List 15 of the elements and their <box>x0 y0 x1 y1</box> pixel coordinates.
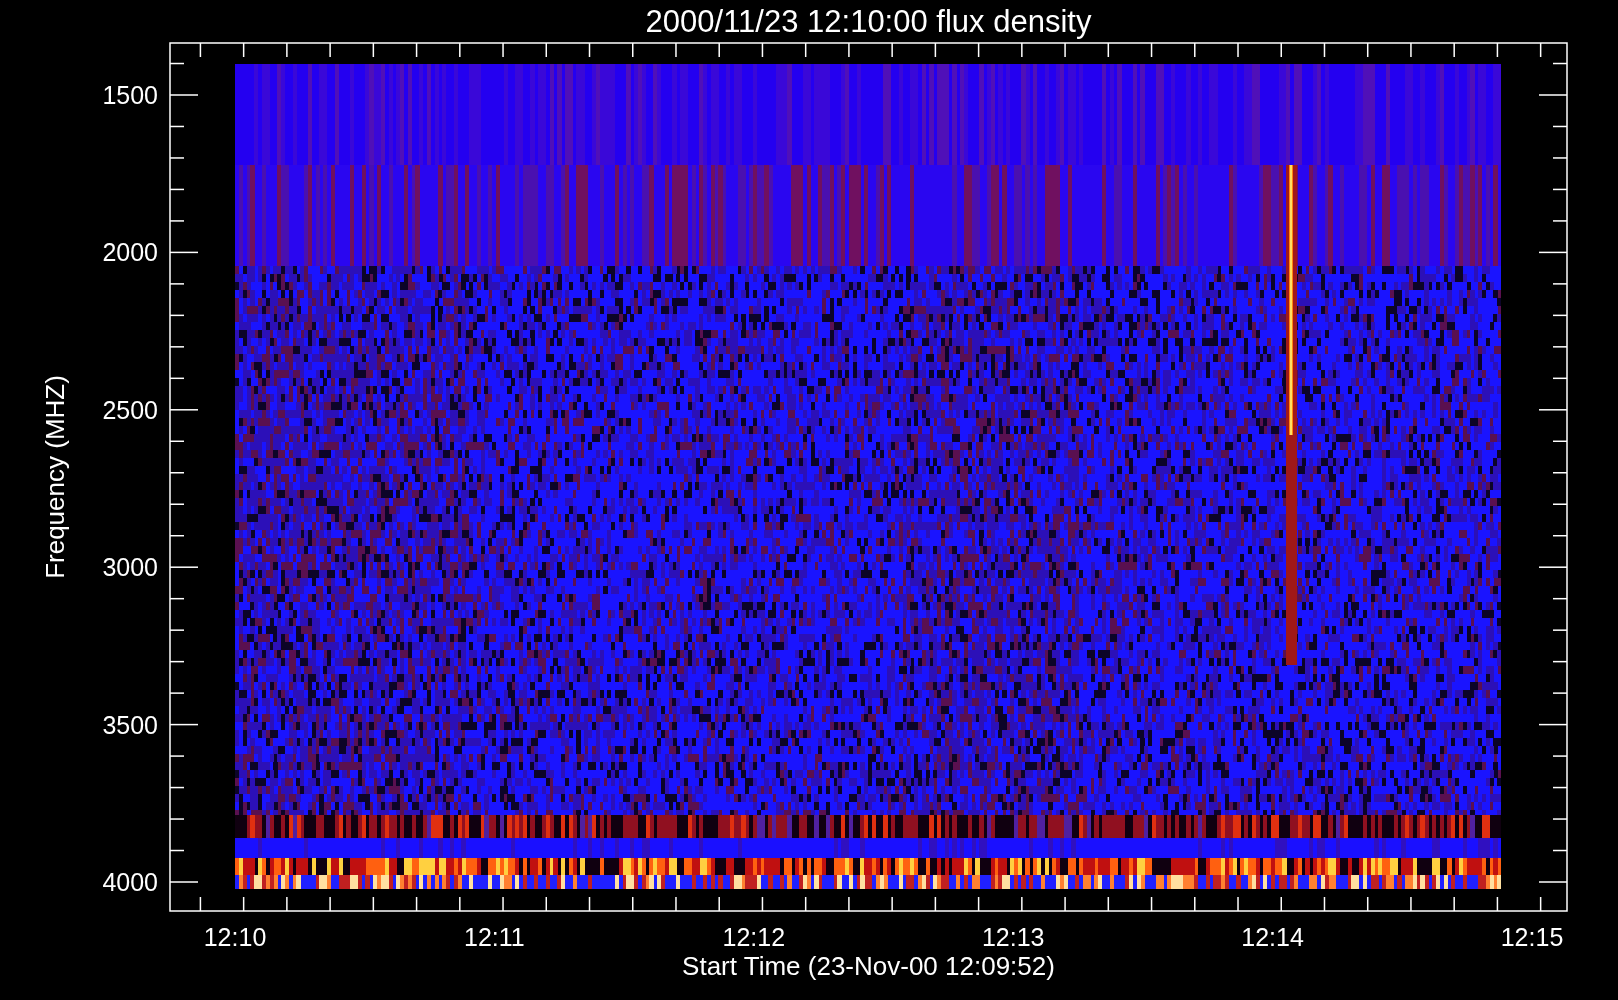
y-tick-label: 4000 <box>102 868 158 896</box>
y-tick-label: 1500 <box>102 81 158 109</box>
x-tick-label: 12:15 <box>1500 923 1564 951</box>
x-tick-label: 12:13 <box>981 923 1045 951</box>
y-axis-label: Frequency (MHZ) <box>40 375 70 579</box>
y-tick-label: 2000 <box>102 238 158 267</box>
x-tick-label: 12:11 <box>464 923 525 951</box>
y-tick-label: 2500 <box>102 395 158 424</box>
y-tick-label: 3000 <box>102 553 158 582</box>
x-tick-label: 12:10 <box>203 923 267 951</box>
x-tick-label: 12:12 <box>722 923 786 951</box>
x-tick-label: 12:14 <box>1241 923 1304 951</box>
y-tick-label: 3500 <box>102 710 158 739</box>
x-axis-label: Start Time (23-Nov-00 12:09:52) <box>682 951 1055 981</box>
chart-title: 2000/11/23 12:10:00 flux density <box>645 4 1092 39</box>
